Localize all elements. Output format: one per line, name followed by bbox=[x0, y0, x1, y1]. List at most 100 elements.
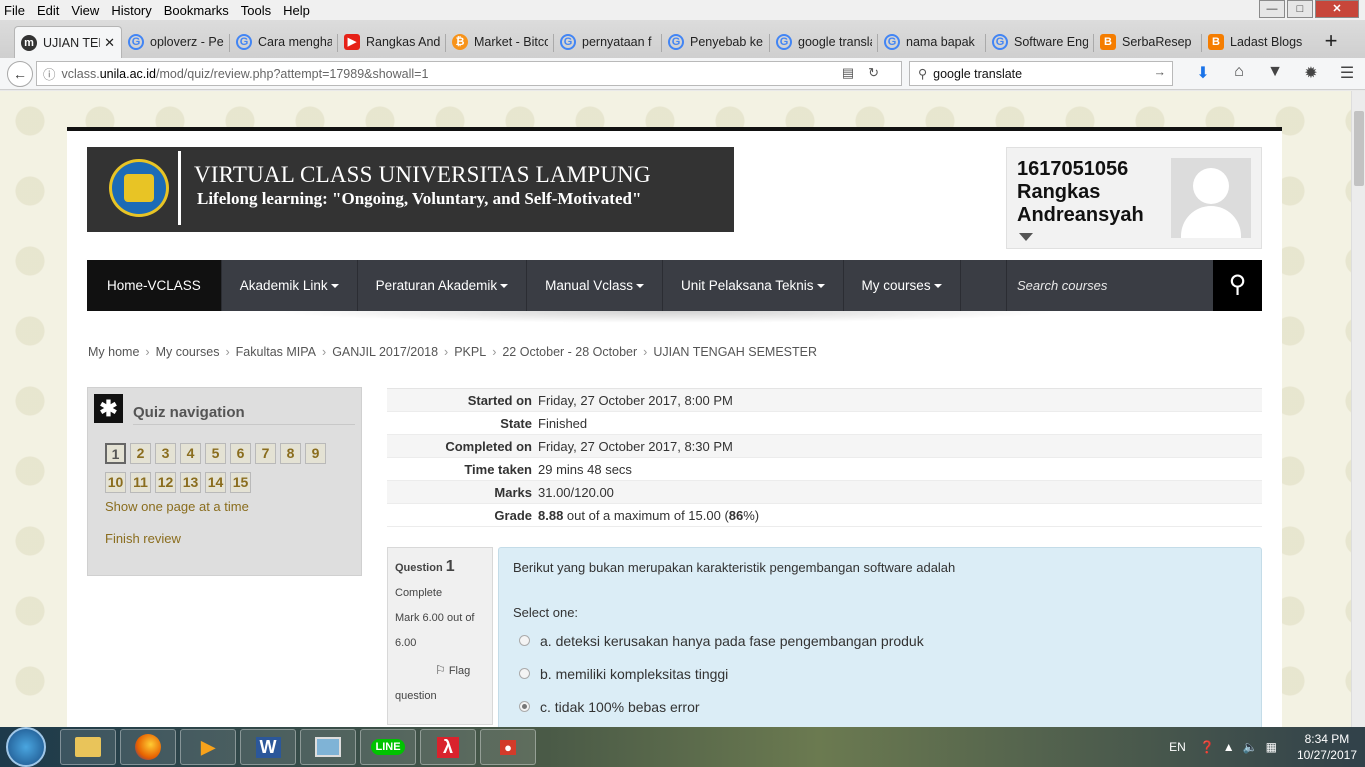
radio-button[interactable] bbox=[519, 668, 530, 679]
summary-label: Grade bbox=[494, 507, 532, 523]
windows-taskbar: ▶ W LINE λ ● EN ❓▲🔈▦ 8:34 PM 10/27/2017 bbox=[0, 727, 1365, 767]
question-mark: Mark 6.00 out of 6.00 bbox=[395, 612, 475, 649]
user-menu[interactable]: 1617051056 Rangkas Andreansyah bbox=[1006, 147, 1262, 249]
nav-peraturan-akademik[interactable]: Peraturan Akademik bbox=[358, 260, 528, 311]
back-button[interactable]: ← bbox=[7, 60, 33, 87]
nav-shadow bbox=[267, 311, 1067, 323]
quiz-button-14[interactable]: 14 bbox=[205, 472, 226, 493]
quiz-button-7[interactable]: 7 bbox=[255, 443, 276, 464]
file-explorer-icon[interactable] bbox=[60, 729, 116, 765]
answer-option-c[interactable]: c. tidak 100% bebas error bbox=[519, 690, 1247, 723]
tab-penyebab[interactable]: G Penyebab ke bbox=[662, 26, 770, 58]
show-one-page-link[interactable]: Show one page at a time bbox=[105, 499, 249, 514]
tab-oploverz[interactable]: Goploverz - Per bbox=[122, 26, 230, 58]
quiz-button-15[interactable]: 15 bbox=[230, 472, 251, 493]
radio-button-selected[interactable] bbox=[519, 701, 530, 712]
reader-view-icon[interactable]: ▤↻ bbox=[842, 65, 893, 81]
arrow-right-icon[interactable]: → bbox=[1154, 65, 1167, 79]
menu-file[interactable]: File bbox=[4, 3, 25, 18]
caret-down-icon bbox=[933, 283, 942, 288]
breadcrumb-my-home[interactable]: My home bbox=[88, 345, 139, 359]
menu-tools[interactable]: Tools bbox=[241, 3, 271, 18]
search-input[interactable]: ⚲ google translate → bbox=[909, 61, 1173, 86]
address-bar[interactable]: ⓘ vclass.unila.ac.id/mod/quiz/review.php… bbox=[36, 61, 902, 86]
breadcrumb-ganjil[interactable]: GANJIL 2017/2018 bbox=[332, 345, 438, 359]
menu-bookmarks[interactable]: Bookmarks bbox=[164, 3, 229, 18]
search-courses-input[interactable]: Search courses bbox=[1006, 260, 1213, 311]
quiz-button-8[interactable]: 8 bbox=[280, 443, 301, 464]
search-button[interactable]: ⚲ bbox=[1213, 260, 1262, 311]
quiz-button-9[interactable]: 9 bbox=[305, 443, 326, 464]
menu-history[interactable]: History bbox=[111, 3, 151, 18]
pocket-icon[interactable]: ▼ bbox=[1257, 63, 1293, 83]
tab-rangkas[interactable]: ▶ Rangkas Andre bbox=[338, 26, 446, 58]
close-window-icon[interactable]: ✕ bbox=[1315, 0, 1359, 18]
caret-down-icon bbox=[330, 283, 339, 288]
tab-market[interactable]: ₿ Market - Bitcoin bbox=[446, 26, 554, 58]
quiz-button-12[interactable]: 12 bbox=[155, 472, 176, 493]
caret-down-icon[interactable] bbox=[1019, 233, 1033, 241]
tab-software-eng[interactable]: G Software Eng bbox=[986, 26, 1094, 58]
summary-label: State bbox=[500, 415, 532, 431]
close-tab-icon[interactable]: ✕ bbox=[104, 35, 115, 51]
site-banner[interactable]: VIRTUAL CLASS UNIVERSITAS LAMPUNG Lifelo… bbox=[87, 147, 734, 232]
download-icon[interactable]: ⬇ bbox=[1185, 63, 1221, 83]
photo-viewer-icon[interactable] bbox=[300, 729, 356, 765]
menu-help[interactable]: Help bbox=[283, 3, 310, 18]
screen-recorder-icon[interactable]: ● bbox=[480, 729, 536, 765]
summary-row: Time taken 29 mins 48 secs bbox=[387, 458, 1262, 481]
maximize-icon[interactable]: □ bbox=[1287, 0, 1313, 18]
nav-akademik-link[interactable]: Akademik Link bbox=[222, 260, 358, 311]
line-icon[interactable]: LINE bbox=[360, 729, 416, 765]
radio-button[interactable] bbox=[519, 635, 530, 646]
hamburger-menu-icon[interactable]: ☰ bbox=[1329, 63, 1365, 83]
scrollbar-thumb[interactable] bbox=[1354, 111, 1364, 186]
page-scrollbar[interactable] bbox=[1351, 91, 1365, 727]
language-indicator[interactable]: EN bbox=[1169, 740, 1186, 754]
nav-unit-pelaksana[interactable]: Unit Pelaksana Teknis bbox=[663, 260, 844, 311]
minimize-icon[interactable]: — bbox=[1259, 0, 1285, 18]
menu-edit[interactable]: Edit bbox=[37, 3, 59, 18]
breadcrumb-pkpl[interactable]: PKPL bbox=[454, 345, 486, 359]
quiz-button-10[interactable]: 10 bbox=[105, 472, 126, 493]
quiz-button-5[interactable]: 5 bbox=[205, 443, 226, 464]
nav-my-courses[interactable]: My courses bbox=[844, 260, 961, 311]
system-clock[interactable]: 8:34 PM 10/27/2017 bbox=[1297, 731, 1357, 763]
tab-nama-bapak[interactable]: Gnama bapak bbox=[878, 26, 986, 58]
tab-google-translate[interactable]: Ggoogle transla bbox=[770, 26, 878, 58]
menu-view[interactable]: View bbox=[71, 3, 99, 18]
quiz-button-4[interactable]: 4 bbox=[180, 443, 201, 464]
nav-manual-vclass[interactable]: Manual Vclass bbox=[527, 260, 663, 311]
tray-icons[interactable]: ❓▲🔈▦ bbox=[1200, 740, 1285, 754]
start-button[interactable] bbox=[6, 727, 46, 767]
breadcrumb-fakultas[interactable]: Fakultas MIPA bbox=[236, 345, 316, 359]
nav-home[interactable]: Home-VCLASS bbox=[87, 260, 222, 311]
menu-bar: File Edit View History Bookmarks Tools H… bbox=[0, 0, 1365, 20]
answer-option-b[interactable]: b. memiliki kompleksitas tinggi bbox=[519, 657, 1247, 690]
quiz-button-13[interactable]: 13 bbox=[180, 472, 201, 493]
quiz-button-2[interactable]: 2 bbox=[130, 443, 151, 464]
tab-cara[interactable]: G Cara menghapus bbox=[230, 26, 338, 58]
tab-serbaresep[interactable]: B SerbaResep bbox=[1094, 26, 1202, 58]
breadcrumb-week[interactable]: 22 October - 28 October bbox=[502, 345, 637, 359]
quiz-navigation-title: Quiz navigation bbox=[133, 404, 245, 421]
firefox-icon[interactable] bbox=[120, 729, 176, 765]
quiz-button-3[interactable]: 3 bbox=[155, 443, 176, 464]
finish-review-link[interactable]: Finish review bbox=[105, 531, 181, 546]
quiz-button-6[interactable]: 6 bbox=[230, 443, 251, 464]
extension-icon[interactable]: ✹ bbox=[1293, 63, 1329, 83]
breadcrumb-my-courses[interactable]: My courses bbox=[156, 345, 220, 359]
quiz-button-1[interactable]: 1 bbox=[105, 443, 126, 464]
tab-pernyataan[interactable]: Gpernyataan f bbox=[554, 26, 662, 58]
breadcrumb-quiz[interactable]: UJIAN TENGAH SEMESTER bbox=[653, 345, 817, 359]
home-icon[interactable]: ⌂ bbox=[1221, 63, 1257, 83]
word-icon[interactable]: W bbox=[240, 729, 296, 765]
quiz-button-11[interactable]: 11 bbox=[130, 472, 151, 493]
pdf-reader-icon[interactable]: λ bbox=[420, 729, 476, 765]
tab-ladast[interactable]: B Ladast Blogs bbox=[1202, 26, 1310, 58]
tab-ujian[interactable]: m UJIAN TENGAH SEMESTER ✕ bbox=[14, 26, 122, 58]
flag-question-button[interactable]: ⚐ Flag bbox=[395, 658, 485, 684]
new-tab-button[interactable]: + bbox=[1316, 26, 1346, 58]
media-player-icon[interactable]: ▶ bbox=[180, 729, 236, 765]
answer-option-a[interactable]: a. deteksi kerusakan hanya pada fase pen… bbox=[519, 624, 1247, 657]
